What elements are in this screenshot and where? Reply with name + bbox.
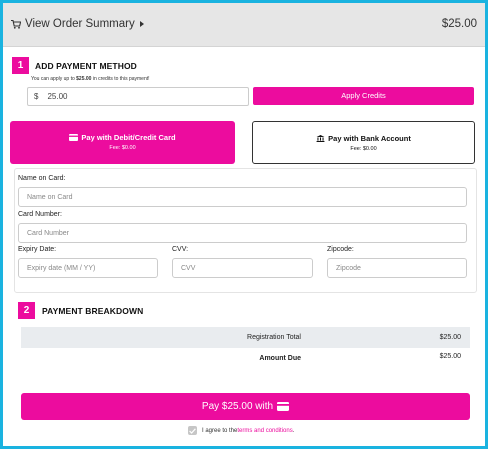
order-total: $25.00	[441, 18, 477, 30]
caret-right-icon	[139, 21, 144, 27]
cart-icon	[11, 19, 21, 29]
cvv-label: CVV:	[172, 246, 189, 253]
cvv-input[interactable]: CVV	[172, 258, 313, 278]
credit-card-icon	[277, 402, 290, 411]
amount-due-value: $25.00	[439, 353, 461, 360]
step-1-badge: 1	[12, 57, 29, 74]
breakdown-row-registration-total: Registration Total $25.00	[21, 327, 470, 348]
order-summary-bar[interactable]: View Order Summary $25.00	[3, 3, 485, 47]
order-summary-label: View Order Summary	[25, 18, 135, 30]
zipcode-label: Zipcode:	[327, 246, 354, 253]
step-2-badge: 2	[18, 302, 35, 319]
payment-breakdown-title: PAYMENT BREAKDOWN	[42, 306, 144, 316]
checkmark-icon	[189, 427, 196, 434]
pay-button-label: Pay $25.00 with	[201, 401, 274, 412]
name-on-card-input[interactable]: Name on Card	[18, 187, 467, 207]
pay-button[interactable]: Pay $25.00 with	[21, 393, 470, 420]
credits-note-amount: $25.00	[76, 76, 92, 82]
tab-bank-account[interactable]: Pay with Bank Account Fee: $0.00	[252, 121, 475, 164]
tab-bank-label: Pay with Bank Account	[328, 134, 411, 143]
credit-card-icon	[69, 134, 79, 141]
expiry-date-label: Expiry Date:	[18, 246, 57, 253]
amount-due-label: Amount Due	[259, 355, 301, 362]
apply-credits-button[interactable]: Apply Credits	[253, 87, 474, 105]
registration-total-value: $25.00	[439, 334, 461, 341]
checkout-panel: View Order Summary $25.00 1 ADD PAYMENT …	[3, 3, 485, 446]
credits-note: You can apply up to $25.00 in credits to…	[31, 76, 150, 82]
tab-card-label: Pay with Debit/Credit Card	[81, 133, 176, 142]
terms-link[interactable]: terms and conditions	[237, 428, 292, 434]
expiry-date-input[interactable]: Expiry date (MM / YY)	[18, 258, 158, 278]
card-number-label: Card Number:	[18, 211, 62, 218]
terms-prefix: I agree to the	[202, 427, 238, 434]
credits-amount-input[interactable]: $ 25.00	[27, 87, 249, 106]
currency-symbol: $	[34, 92, 39, 101]
card-number-input[interactable]: Card Number	[18, 223, 467, 243]
zipcode-input[interactable]: Zipcode	[327, 258, 467, 278]
credits-note-suffix: in credits to this payment!	[91, 76, 150, 82]
terms-suffix: .	[292, 427, 295, 434]
terms-checkbox[interactable]	[188, 426, 197, 435]
tab-bank-fee: Fee: $0.00	[350, 146, 377, 152]
add-payment-method-title: ADD PAYMENT METHOD	[35, 61, 137, 71]
name-on-card-label: Name on Card:	[18, 175, 66, 182]
registration-total-label: Registration Total	[247, 334, 301, 341]
order-summary-toggle[interactable]: View Order Summary	[11, 18, 144, 30]
credits-amount-value: 25.00	[47, 92, 68, 101]
breakdown-row-amount-due: Amount Due $25.00	[21, 348, 470, 369]
tab-debit-credit-card[interactable]: Pay with Debit/Credit Card Fee: $0.00	[10, 121, 235, 164]
bank-icon	[316, 135, 325, 142]
credits-note-prefix: You can apply up to	[31, 76, 77, 82]
terms-agreement: I agree to the terms and conditions .	[188, 426, 294, 435]
tab-card-fee: Fee: $0.00	[109, 145, 136, 151]
